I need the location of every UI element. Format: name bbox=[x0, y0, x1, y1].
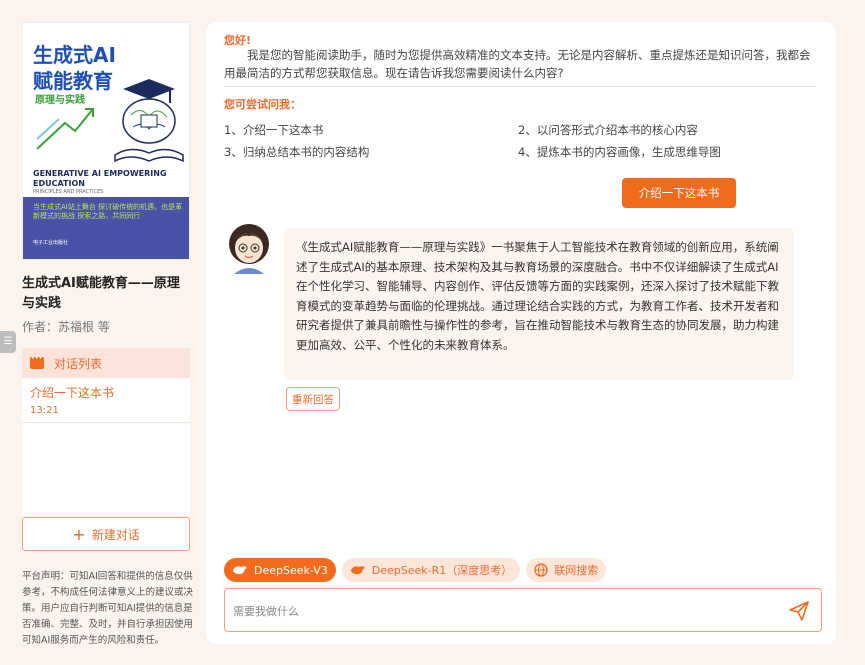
plus-icon: + bbox=[72, 524, 86, 544]
web-search-label: 联网搜索 bbox=[554, 564, 599, 577]
assistant-avatar bbox=[229, 224, 269, 274]
suggestion-item[interactable]: 1、介绍一下这本书 bbox=[224, 122, 323, 138]
whale-icon bbox=[350, 564, 366, 576]
suggestion-item[interactable]: 3、归纳总结本书的内容结构 bbox=[224, 144, 369, 160]
model-chip-deepseek-r1[interactable]: DeepSeek-R1（深度思考） bbox=[341, 558, 521, 582]
conversation-item-title: 介绍一下这本书 bbox=[30, 386, 115, 400]
cover-publisher: 电子工业出版社 bbox=[33, 240, 69, 246]
book-author: 作者：苏福根 等 bbox=[22, 320, 110, 334]
cover-english-title: GENERATIVE AI EMPOWERING EDUCATION bbox=[33, 169, 167, 188]
chat-bubble-icon bbox=[30, 353, 44, 369]
conversation-item[interactable]: 介绍一下这本书 13:21 bbox=[22, 378, 190, 423]
cover-english-subtitle: PRINCIPLES AND PRACTICES bbox=[33, 189, 104, 195]
cover-blurb: 当生成式AI站上舞台 探讨破传统的机遇，也是革新模式的挑战 探索之路，共同同行 bbox=[33, 203, 183, 220]
chat-input-box bbox=[224, 588, 822, 632]
chat-main-panel: 您好! 我是您的智能阅读助手，随时为您提供高效精准的文本支持。无论是内容解析、重… bbox=[206, 22, 836, 644]
assistant-answer: 《生成式AI赋能教育——原理与实践》一书聚焦于人工智能技术在教育领域的创新应用，… bbox=[284, 228, 794, 380]
greeting-text: 我是您的智能阅读助手，随时为您提供高效精准的文本支持。无论是内容解析、重点提炼还… bbox=[224, 48, 811, 80]
sidebar-toggle-button[interactable]: ☰ bbox=[0, 331, 16, 353]
brain-book-icon bbox=[114, 79, 184, 163]
cover-title-line1: 生成式AI bbox=[33, 43, 116, 67]
platform-disclaimer: 平台声明：可知AI回答和提供的信息仅供参考，不构成任何法律意义上的建议或决策。用… bbox=[22, 571, 194, 646]
suggestions-title: 您可尝试问我： bbox=[224, 98, 301, 111]
conversation-list-label: 对话列表 bbox=[54, 356, 103, 371]
suggestion-item[interactable]: 4、提炼本书的内容画像，生成思维导图 bbox=[518, 144, 721, 160]
new-chat-button[interactable]: + 新建对话 bbox=[22, 517, 190, 551]
regenerate-button[interactable]: 重新回答 bbox=[286, 387, 340, 411]
user-message-bubble: 介绍一下这本书 bbox=[622, 178, 736, 208]
book-title: 生成式AI赋能教育——原理与实践 bbox=[22, 276, 180, 311]
new-chat-label: 新建对话 bbox=[91, 527, 140, 542]
conversation-list-panel: 对话列表 介绍一下这本书 13:21 bbox=[22, 348, 190, 516]
book-cover: 生成式AI 赋能教育 原理与实践 GENERATIVE AI EMPOWERIN… bbox=[22, 22, 190, 260]
cover-bottom-band: 当生成式AI站上舞台 探讨破传统的机遇，也是革新模式的挑战 探索之路，共同同行 … bbox=[23, 197, 189, 259]
growth-arrows-icon bbox=[36, 108, 94, 150]
whale-icon bbox=[232, 564, 248, 576]
model-chip-label: DeepSeek-V3 bbox=[254, 563, 328, 577]
suggestion-item[interactable]: 2、以问答形式介绍本书的核心内容 bbox=[518, 122, 698, 138]
model-selector-bar: DeepSeek-V3 DeepSeek-R1（深度思考） 联网搜索 bbox=[224, 558, 607, 582]
conversation-list-header: 对话列表 bbox=[22, 348, 190, 378]
send-icon[interactable] bbox=[787, 599, 811, 623]
conversation-item-time: 13:21 bbox=[30, 405, 59, 416]
model-chip-label: DeepSeek-R1（深度思考） bbox=[371, 564, 513, 577]
cover-title-line2: 赋能教育 bbox=[33, 69, 113, 93]
left-panel: 生成式AI 赋能教育 原理与实践 GENERATIVE AI EMPOWERIN… bbox=[0, 0, 205, 665]
web-search-chip[interactable]: 联网搜索 bbox=[526, 558, 607, 582]
chat-input[interactable] bbox=[233, 599, 773, 623]
divider bbox=[224, 86, 816, 87]
globe-icon bbox=[534, 563, 548, 577]
model-chip-deepseek-v3[interactable]: DeepSeek-V3 bbox=[224, 558, 336, 582]
